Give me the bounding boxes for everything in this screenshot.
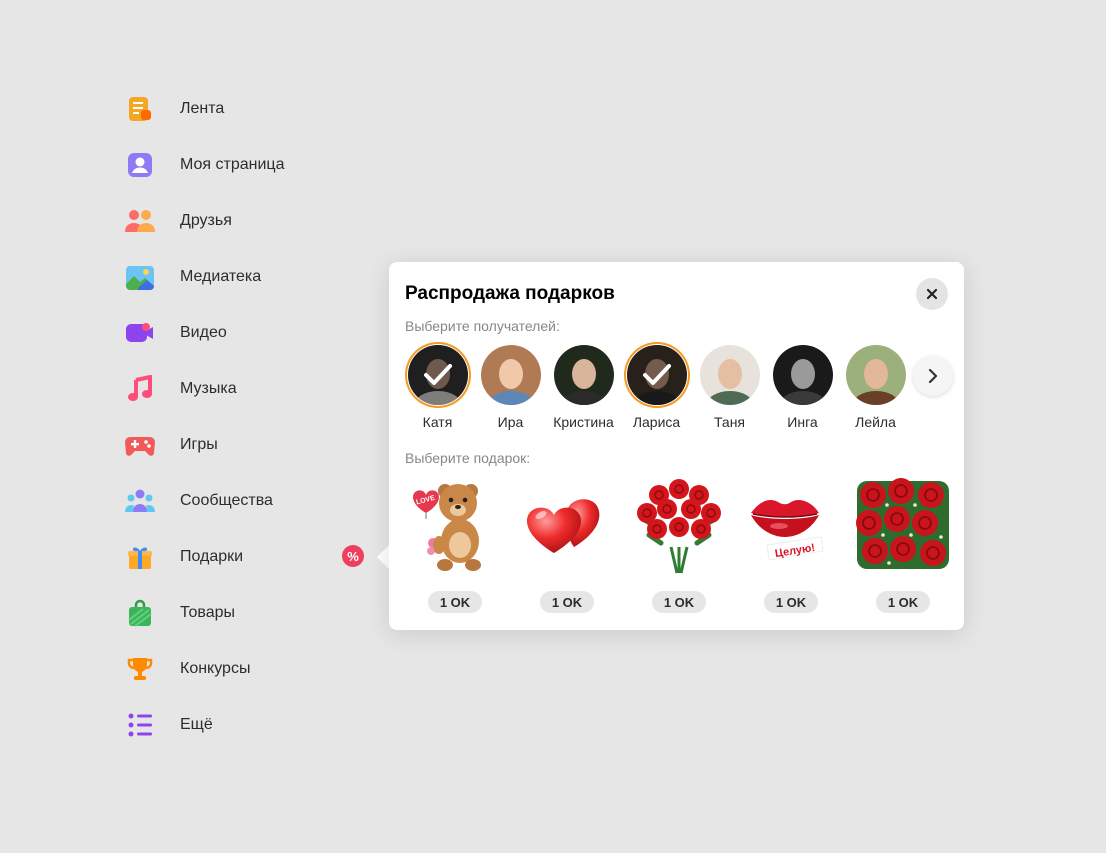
recipient-name: Таня [713,414,746,430]
recipient-item[interactable]: Лариса [620,342,693,430]
avatar [626,345,687,405]
gift-item[interactable]: 1 OK [511,475,623,613]
video-icon [124,317,156,349]
sidebar-item-label: Медиатека [180,268,262,285]
sidebar-item-music[interactable]: Музыка [124,361,284,417]
popup-title: Распродажа подарков [405,283,615,304]
sidebar-item-gifts[interactable]: Подарки [124,529,284,585]
sidebar-item-label: Друзья [180,212,232,229]
feed-icon [124,93,156,125]
avatar [553,345,614,405]
recipient-name: Лариса [632,414,681,430]
groups-icon [124,485,156,517]
gift-item[interactable]: LOVE 1 OK [399,475,511,613]
sidebar-item-contests[interactable]: Конкурсы [124,641,284,697]
sidebar-item-label: Видео [180,324,227,341]
gift-item[interactable]: Целую! 1 OK [735,475,847,613]
sidebar-item-games[interactable]: Игры [124,417,284,473]
recipient-item[interactable]: Инга [766,342,839,430]
chevron-right-icon [928,368,938,384]
check-icon [423,364,452,385]
sidebar-item-label: Конкурсы [180,660,251,677]
gallery-icon [124,261,156,293]
recipients-next-button[interactable] [913,356,953,396]
list-icon [124,709,156,741]
rose-box-icon [856,478,949,569]
sidebar-item-label: Лента [180,100,225,117]
recipient-name: Инга [787,414,818,430]
gift-item[interactable]: 1 OK [847,475,959,613]
sidebar-item-label: Сообщества [180,492,273,509]
gift-price: 1 OK [539,591,595,613]
avatar [480,345,541,405]
close-button[interactable] [916,278,948,310]
avatar-selected-ring [405,342,471,408]
recipient-item[interactable]: Кристина [547,342,620,430]
sidebar-item-friends[interactable]: Друзья [124,193,284,249]
gift-price: 1 OK [427,591,483,613]
recipient-name: Кристина [553,414,614,430]
gamepad-icon [124,429,156,461]
selection-overlay [626,345,687,405]
recipient-name: Ира [497,414,524,430]
sidebar-item-feed[interactable]: Лента [124,81,284,137]
recipients-list: Катя Ира Кристина Лариса Таня Инга Лейла [401,342,912,430]
sidebar-item-label: Ещё [180,716,213,733]
gift-sale-popup: Распродажа подарков Выберите получателей… [389,262,964,630]
sidebar-item-label: Музыка [180,380,237,397]
avatar [699,345,760,405]
sidebar-item-label: Игры [180,436,218,453]
recipients-label: Выберите получателей: [405,318,560,334]
sidebar-item-media[interactable]: Медиатека [124,249,284,305]
rose-bouquet-icon [637,479,721,574]
recipient-item[interactable]: Таня [693,342,766,430]
gift-price: 1 OK [651,591,707,613]
trophy-icon [124,653,156,685]
sidebar-item-my-page[interactable]: Моя страница [124,137,284,193]
avatar [772,345,833,405]
avatar-selected-ring [624,342,690,408]
recipient-item[interactable]: Катя [401,342,474,430]
gift-icon [124,541,156,573]
recipient-name: Лейла [855,414,896,430]
popup-arrow [377,545,389,569]
recipient-item[interactable]: Лейла [839,342,912,430]
sidebar-item-label: Моя страница [180,156,285,173]
sidebar-nav: Лента Моя страница Друзья Медиатека Виде… [124,81,284,753]
friends-icon [124,205,156,237]
sidebar-item-more[interactable]: Ещё [124,697,284,753]
gift-price: 1 OK [875,591,931,613]
check-icon [642,364,671,385]
sidebar-item-label: Товары [180,604,236,621]
recipient-item[interactable]: Ира [474,342,547,430]
lips-icon: Целую! [747,496,824,561]
selection-overlay [407,345,468,405]
gift-item[interactable]: 1 OK [623,475,735,613]
sidebar-item-groups[interactable]: Сообщества [124,473,284,529]
profile-icon [124,149,156,181]
music-icon [124,373,156,405]
gift-price: 1 OK [763,591,819,613]
close-icon [926,288,938,300]
gifts-list: LOVE 1 OK 1 OK 1 OK Целую! 1 OK 1 OK [399,475,959,613]
sale-badge[interactable]: % [342,545,364,567]
sidebar-item-goods[interactable]: Товары [124,585,284,641]
sidebar-item-video[interactable]: Видео [124,305,284,361]
recipient-name: Катя [422,414,453,430]
avatar [407,345,468,405]
hearts-icon [527,499,600,553]
sidebar-item-label: Подарки [180,548,244,565]
shopping-bag-icon [124,597,156,629]
gifts-label: Выберите подарок: [405,450,531,466]
teddy-bear-icon: LOVE [413,484,481,571]
avatar [845,345,906,405]
